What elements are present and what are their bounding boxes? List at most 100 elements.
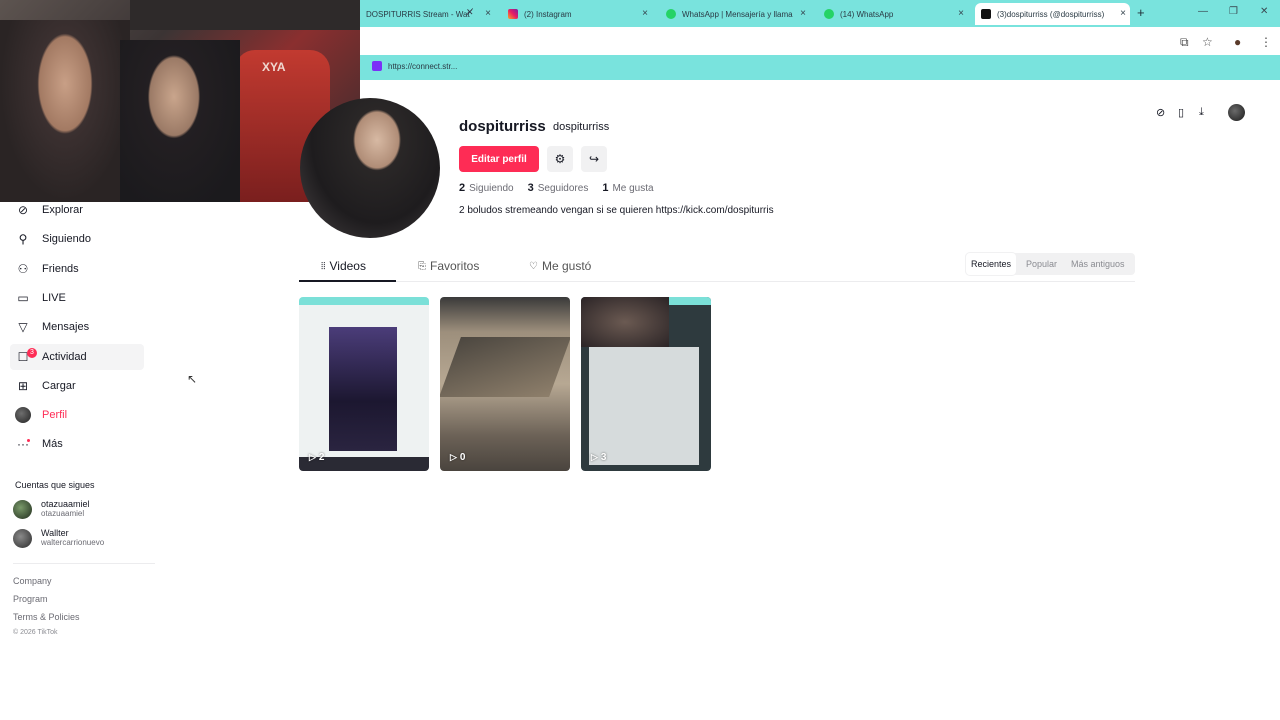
- sidebar-item-friends[interactable]: ⚇ Friends: [15, 256, 149, 282]
- tab-title: (3)dospiturriss (@dospiturriss): [997, 9, 1105, 19]
- browser-tab[interactable]: DOSPITURRIS Stream - Wat ✕̸ ×: [360, 3, 495, 25]
- mouse-cursor-icon: ↖: [187, 372, 198, 386]
- stat-likes: 1 Me gusta: [602, 182, 653, 194]
- tab-title: (14) WhatsApp: [840, 9, 894, 19]
- thumbnail-frame: [589, 347, 699, 465]
- stat-following[interactable]: 2 Siguiendo: [459, 182, 514, 194]
- profile-bio: 2 boludos stremeando vengan si se quiere…: [459, 205, 774, 216]
- user-plus-icon: ⚲: [18, 232, 28, 246]
- tab-label: Videos: [329, 259, 366, 273]
- sidebar-item-label: LIVE: [42, 292, 66, 304]
- following-handle: waltercarrionuevo: [41, 538, 105, 547]
- stat-label: Seguidores: [537, 182, 589, 194]
- close-icon[interactable]: ×: [485, 8, 491, 19]
- sidebar-item-live[interactable]: ▭ LIVE: [15, 285, 149, 311]
- view-count-value: 3: [600, 452, 607, 463]
- download-icon[interactable]: ⤓: [1199, 106, 1204, 119]
- whatsapp-icon: [824, 9, 834, 19]
- browser-tab[interactable]: (14) WhatsApp ×: [818, 3, 968, 25]
- profile-avatar-icon[interactable]: ●: [1234, 35, 1241, 49]
- maximize-icon[interactable]: ❐: [1229, 6, 1238, 17]
- account-avatar[interactable]: [1228, 104, 1245, 121]
- shelf: [130, 0, 360, 30]
- sidebar-item-siguiendo[interactable]: ⚲ Siguiendo: [15, 226, 149, 252]
- profile-nickname: dospiturriss: [553, 121, 610, 133]
- streamer-right: [120, 40, 240, 202]
- sidebar-item-cargar[interactable]: ⊞ Cargar: [15, 373, 149, 399]
- browser-tab-active[interactable]: (3)dospiturriss (@dospiturriss) ×: [975, 3, 1130, 25]
- tab-videos[interactable]: ⦙⦙ Videos: [321, 259, 366, 273]
- settings-button[interactable]: ⚙: [547, 146, 573, 172]
- new-tab-icon[interactable]: +: [1137, 5, 1145, 20]
- browser-tab[interactable]: (2) Instagram ×: [502, 3, 652, 25]
- share-icon: ↪: [588, 152, 600, 166]
- thumbnail-frame: [299, 297, 429, 305]
- footer-link-program[interactable]: Program: [13, 594, 48, 604]
- stat-followers[interactable]: 3 Seguidores: [528, 182, 589, 194]
- view-count: ▷ 0: [450, 452, 465, 463]
- play-icon: ▷: [450, 452, 457, 462]
- grid-icon: ⦙⦙: [321, 260, 326, 272]
- tiktok-icon: [981, 9, 991, 19]
- tab-favoritos[interactable]: ⎘ Favoritos: [418, 259, 479, 273]
- sidebar-item-label: Actividad: [42, 351, 87, 363]
- sidebar-item-label: Más: [42, 438, 63, 450]
- profile-stats: 2 Siguiendo 3 Seguidores 1 Me gusta: [459, 182, 668, 194]
- footer-link-company[interactable]: Company: [13, 576, 52, 586]
- following-name: otazuaamiel: [41, 499, 90, 509]
- sidebar-item-mensajes[interactable]: ▽ Mensajes: [15, 314, 149, 340]
- close-icon[interactable]: ×: [1120, 8, 1126, 19]
- sort-mas-antiguos[interactable]: Más antiguos: [1066, 253, 1130, 275]
- play-icon: ▷: [591, 452, 598, 462]
- tab-title: DOSPITURRIS Stream - Wat: [366, 9, 470, 19]
- friends-icon: ⚇: [17, 262, 29, 276]
- close-icon[interactable]: ×: [642, 8, 648, 19]
- close-icon[interactable]: ×: [958, 8, 964, 19]
- video-thumbnail[interactable]: ▷ 3: [581, 297, 711, 471]
- thumbnail-frame: [581, 297, 669, 347]
- share-button[interactable]: ↪: [581, 146, 607, 172]
- tab-title: (2) Instagram: [524, 9, 572, 19]
- view-count: ▷ 2: [309, 452, 324, 463]
- sidebar-item-label: Cargar: [42, 380, 76, 392]
- live-icon: ▭: [17, 291, 29, 305]
- mute-icon[interactable]: ✕̸: [466, 7, 474, 18]
- close-icon[interactable]: ×: [800, 8, 806, 19]
- gear-icon: ⚙: [554, 152, 566, 166]
- menu-icon[interactable]: ⋮: [1260, 35, 1272, 49]
- profile-username: dospiturriss: [459, 118, 546, 135]
- install-app-icon[interactable]: ⧉: [1180, 35, 1189, 50]
- browser-tab[interactable]: WhatsApp | Mensajería y llama ×: [660, 3, 810, 25]
- bookmark-item[interactable]: https://connect.str...: [372, 61, 457, 71]
- bookmark-icon: ⎘: [418, 260, 426, 272]
- sidebar-item-mas[interactable]: ··· Más: [15, 431, 149, 457]
- sidebar-item-explorar[interactable]: ⊘ Explorar: [15, 197, 149, 223]
- minimize-icon[interactable]: —: [1198, 6, 1208, 17]
- compass-icon[interactable]: ⊘: [1156, 106, 1165, 119]
- tab-title: WhatsApp | Mensajería y llama: [682, 9, 793, 19]
- video-thumbnail[interactable]: ▷ 0: [440, 297, 570, 471]
- new-dot: [27, 439, 30, 442]
- tab-me-gusto[interactable]: ♡ Me gustó: [529, 259, 591, 273]
- sidebar-item-perfil[interactable]: Perfil: [15, 402, 149, 428]
- avatar: [13, 499, 32, 519]
- star-icon[interactable]: ☆: [1202, 35, 1213, 49]
- footer-link-terms[interactable]: Terms & Policies: [13, 612, 80, 622]
- following-item[interactable]: Wallter waltercarrionuevo: [13, 528, 104, 548]
- sort-recientes[interactable]: Recientes: [966, 253, 1017, 275]
- sidebar-item-label: Explorar: [42, 204, 83, 216]
- edit-profile-button[interactable]: Editar perfil: [459, 146, 539, 172]
- following-name: Wallter: [41, 528, 69, 538]
- profile-avatar[interactable]: [300, 98, 440, 238]
- stat-value: 2: [459, 182, 466, 194]
- phone-icon[interactable]: ▯: [1178, 106, 1184, 119]
- heart-icon: ♡: [529, 260, 538, 272]
- tab-label: Me gustó: [541, 259, 592, 273]
- stat-label: Me gusta: [612, 182, 654, 194]
- following-item[interactable]: otazuaamiel otazuaamiel: [13, 499, 90, 519]
- video-thumbnail[interactable]: ▷ 2: [299, 297, 429, 471]
- stat-value: 1: [602, 182, 609, 194]
- thumbnail-frame: [329, 327, 397, 451]
- window-close-icon[interactable]: ✕: [1260, 6, 1268, 17]
- sort-popular[interactable]: Popular: [1021, 253, 1062, 275]
